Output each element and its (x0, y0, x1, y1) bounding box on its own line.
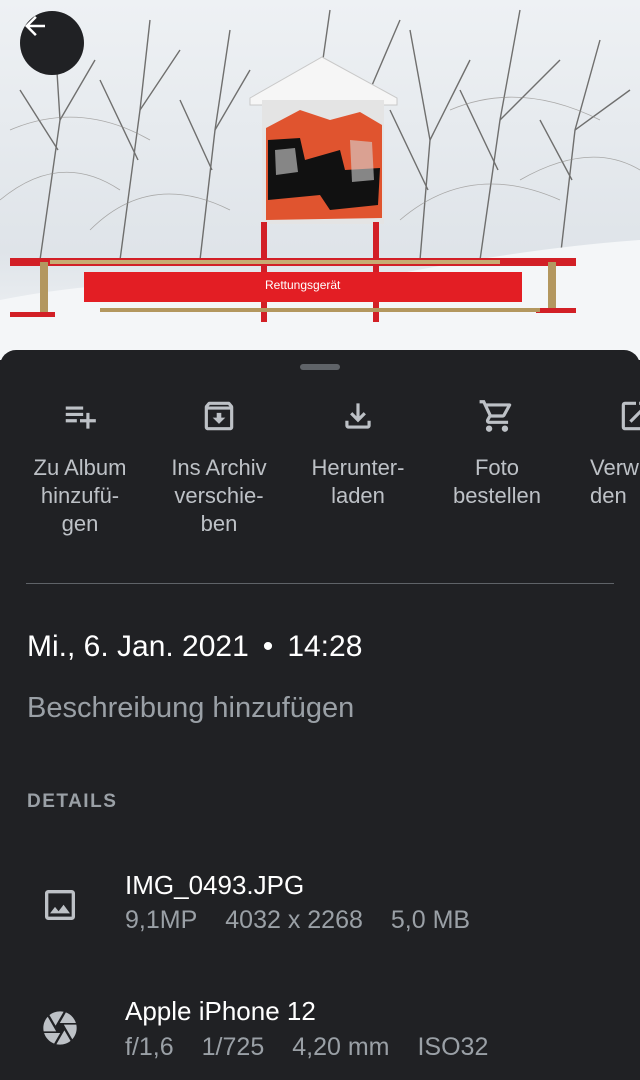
shutter-speed: 1/725 (201, 1033, 265, 1061)
focal-length: 4,20 mm (292, 1033, 390, 1061)
time-text: 14:28 (287, 630, 363, 663)
divider (26, 583, 614, 584)
file-name: IMG_0493.JPG (125, 870, 305, 900)
back-button[interactable] (20, 11, 84, 75)
archive-label: Ins Archiv verschie- ben (171, 455, 267, 536)
download-label: Herunter- laden (311, 455, 405, 508)
download-button[interactable]: Herunter- laden (289, 396, 427, 510)
iso: ISO32 (417, 1033, 489, 1061)
camera-meta: f/1,6 1/725 4,20 mm ISO32 (125, 1033, 516, 1062)
photo-view[interactable]: Rettungsgerät (0, 0, 640, 360)
action-bar: Zu Album hinzufü- gen Ins Archiv verschi… (0, 396, 640, 556)
cart-icon (479, 400, 512, 432)
order-photo-button[interactable]: Foto bestellen (428, 396, 566, 510)
file-size: 5,0 MB (390, 906, 471, 934)
add-to-album-button[interactable]: Zu Album hinzufü- gen (11, 396, 149, 538)
order-photo-label: Foto bestellen (452, 455, 542, 508)
separator-dot: • (262, 630, 274, 663)
camera-model: Apple iPhone 12 (125, 996, 316, 1026)
archive-button[interactable]: Ins Archiv verschie- ben (150, 396, 288, 538)
aperture-icon (43, 1011, 77, 1045)
resolution: 4032 x 2268 (225, 906, 363, 934)
snowy-landscape-image (0, 9, 640, 360)
info-sheet: Zu Album hinzufü- gen Ins Archiv verschi… (0, 350, 640, 1080)
date-text: Mi., 6. Jan. 2021 (27, 630, 249, 663)
megapixels: 9,1MP (125, 906, 198, 934)
sign-text: Rettungsgerät (265, 278, 341, 292)
archive-icon (204, 401, 234, 431)
open-external-icon (621, 401, 640, 431)
download-icon (345, 403, 371, 429)
use-as-label: Verw den (590, 455, 639, 508)
use-as-button[interactable]: Verw den (567, 396, 640, 510)
file-meta: 9,1MP 4032 x 2268 5,0 MB (125, 906, 498, 935)
aperture: f/1,6 (125, 1033, 174, 1061)
drag-handle[interactable] (300, 364, 340, 370)
add-to-album-label: Zu Album hinzufü- gen (33, 455, 127, 536)
playlist-add-icon (65, 406, 96, 429)
date-time[interactable]: Mi., 6. Jan. 2021 • 14:28 (27, 630, 362, 664)
arrow-back-icon (25, 16, 45, 36)
details-heading: DETAILS (27, 791, 118, 812)
image-icon (45, 890, 75, 920)
description-input[interactable]: Beschreibung hinzufügen (27, 692, 354, 725)
